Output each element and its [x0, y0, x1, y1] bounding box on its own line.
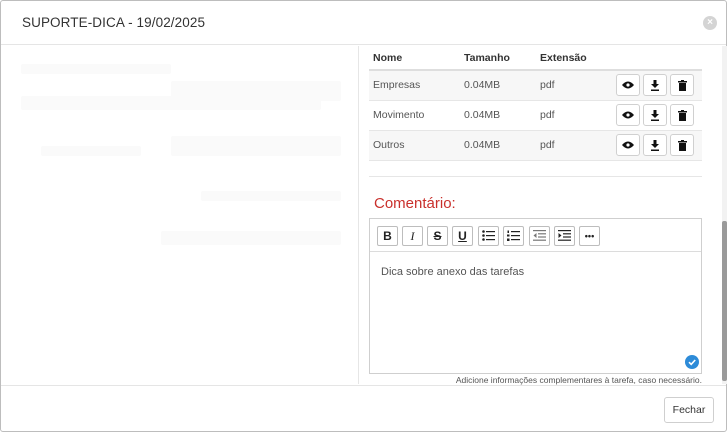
outdent-button[interactable]: [529, 226, 550, 246]
bullet-list-icon: [482, 230, 495, 241]
faded-placeholder: [201, 191, 341, 201]
file-extension: pdf: [536, 100, 612, 131]
scrollbar-thumb[interactable]: [722, 221, 727, 381]
file-size: 0.04MB: [460, 70, 536, 101]
file-name: Outros: [369, 130, 460, 161]
faded-placeholder: [21, 64, 171, 74]
table-row: Empresas 0.04MB pdf: [369, 70, 702, 101]
delete-button[interactable]: [670, 74, 694, 97]
modal-footer: Fechar: [1, 385, 726, 431]
view-button[interactable]: [616, 104, 640, 126]
attachments-table: Nome Tamanho Extensão Empresas 0.04MB pd…: [369, 46, 702, 161]
table-row: Movimento 0.04MB pdf: [369, 100, 702, 131]
bullet-list-button[interactable]: [478, 226, 499, 246]
grammar-check-icon[interactable]: [685, 355, 699, 369]
download-icon: [651, 79, 659, 91]
download-icon: [651, 109, 659, 121]
comment-label: Comentário:: [374, 195, 456, 212]
section-divider: [369, 176, 702, 177]
comment-hint: Adicione informações complementares à ta…: [455, 375, 702, 385]
eye-icon: [622, 81, 634, 89]
file-extension: pdf: [536, 70, 612, 101]
left-panel-faded: [1, 46, 359, 384]
close-button[interactable]: Fechar: [664, 397, 714, 423]
modal-dialog: SUPORTE-DICA - 19/02/2025 × Nome Tamanho…: [0, 0, 727, 432]
attachments-panel: Nome Tamanho Extensão Empresas 0.04MB pd…: [360, 46, 722, 385]
checkmark-icon: [688, 359, 696, 366]
download-button[interactable]: [643, 134, 667, 156]
close-icon[interactable]: ×: [703, 16, 717, 30]
eye-icon: [622, 141, 634, 149]
underline-button[interactable]: U: [452, 226, 473, 246]
trash-icon: [677, 109, 687, 121]
file-size: 0.04MB: [460, 100, 536, 131]
download-button[interactable]: [643, 74, 667, 97]
numbered-list-button[interactable]: [503, 226, 524, 246]
row-actions: [612, 100, 702, 131]
editor-toolbar: B I S U •••: [370, 219, 701, 252]
faded-placeholder: [171, 136, 341, 156]
download-button[interactable]: [643, 104, 667, 126]
more-options-button[interactable]: •••: [579, 226, 600, 246]
strikethrough-button[interactable]: S: [427, 226, 448, 246]
trash-icon: [677, 79, 687, 91]
faded-placeholder: [171, 81, 341, 101]
italic-button[interactable]: I: [402, 226, 423, 246]
comment-text[interactable]: Dica sobre anexo das tarefas: [381, 266, 524, 278]
file-name: Empresas: [369, 70, 460, 101]
indent-button[interactable]: [554, 226, 575, 246]
column-header: Tamanho: [460, 46, 536, 71]
row-actions: [612, 70, 702, 101]
faded-placeholder: [161, 231, 341, 245]
column-header: Extensão: [536, 46, 612, 71]
table-row: Outros 0.04MB pdf: [369, 130, 702, 161]
download-icon: [651, 139, 659, 151]
numbered-list-icon: [507, 230, 520, 241]
bold-button[interactable]: B: [377, 226, 398, 246]
trash-icon: [677, 139, 687, 151]
comment-editor: B I S U ••• Dica sobre anexo das tarefas: [369, 218, 702, 374]
view-button[interactable]: [616, 74, 640, 97]
file-name: Movimento: [369, 100, 460, 131]
faded-placeholder: [41, 146, 141, 156]
modal-header: SUPORTE-DICA - 19/02/2025 ×: [1, 1, 726, 45]
eye-icon: [622, 111, 634, 119]
column-header: Nome: [369, 46, 460, 71]
column-header-actions: [612, 46, 702, 71]
delete-button[interactable]: [670, 104, 694, 126]
row-actions: [612, 130, 702, 161]
file-extension: pdf: [536, 130, 612, 161]
delete-button[interactable]: [670, 134, 694, 156]
modal-title: SUPORTE-DICA - 19/02/2025: [22, 15, 206, 30]
file-size: 0.04MB: [460, 130, 536, 161]
indent-icon: [558, 230, 571, 241]
view-button[interactable]: [616, 134, 640, 156]
table-header-row: Nome Tamanho Extensão: [369, 46, 702, 71]
outdent-icon: [533, 230, 546, 241]
